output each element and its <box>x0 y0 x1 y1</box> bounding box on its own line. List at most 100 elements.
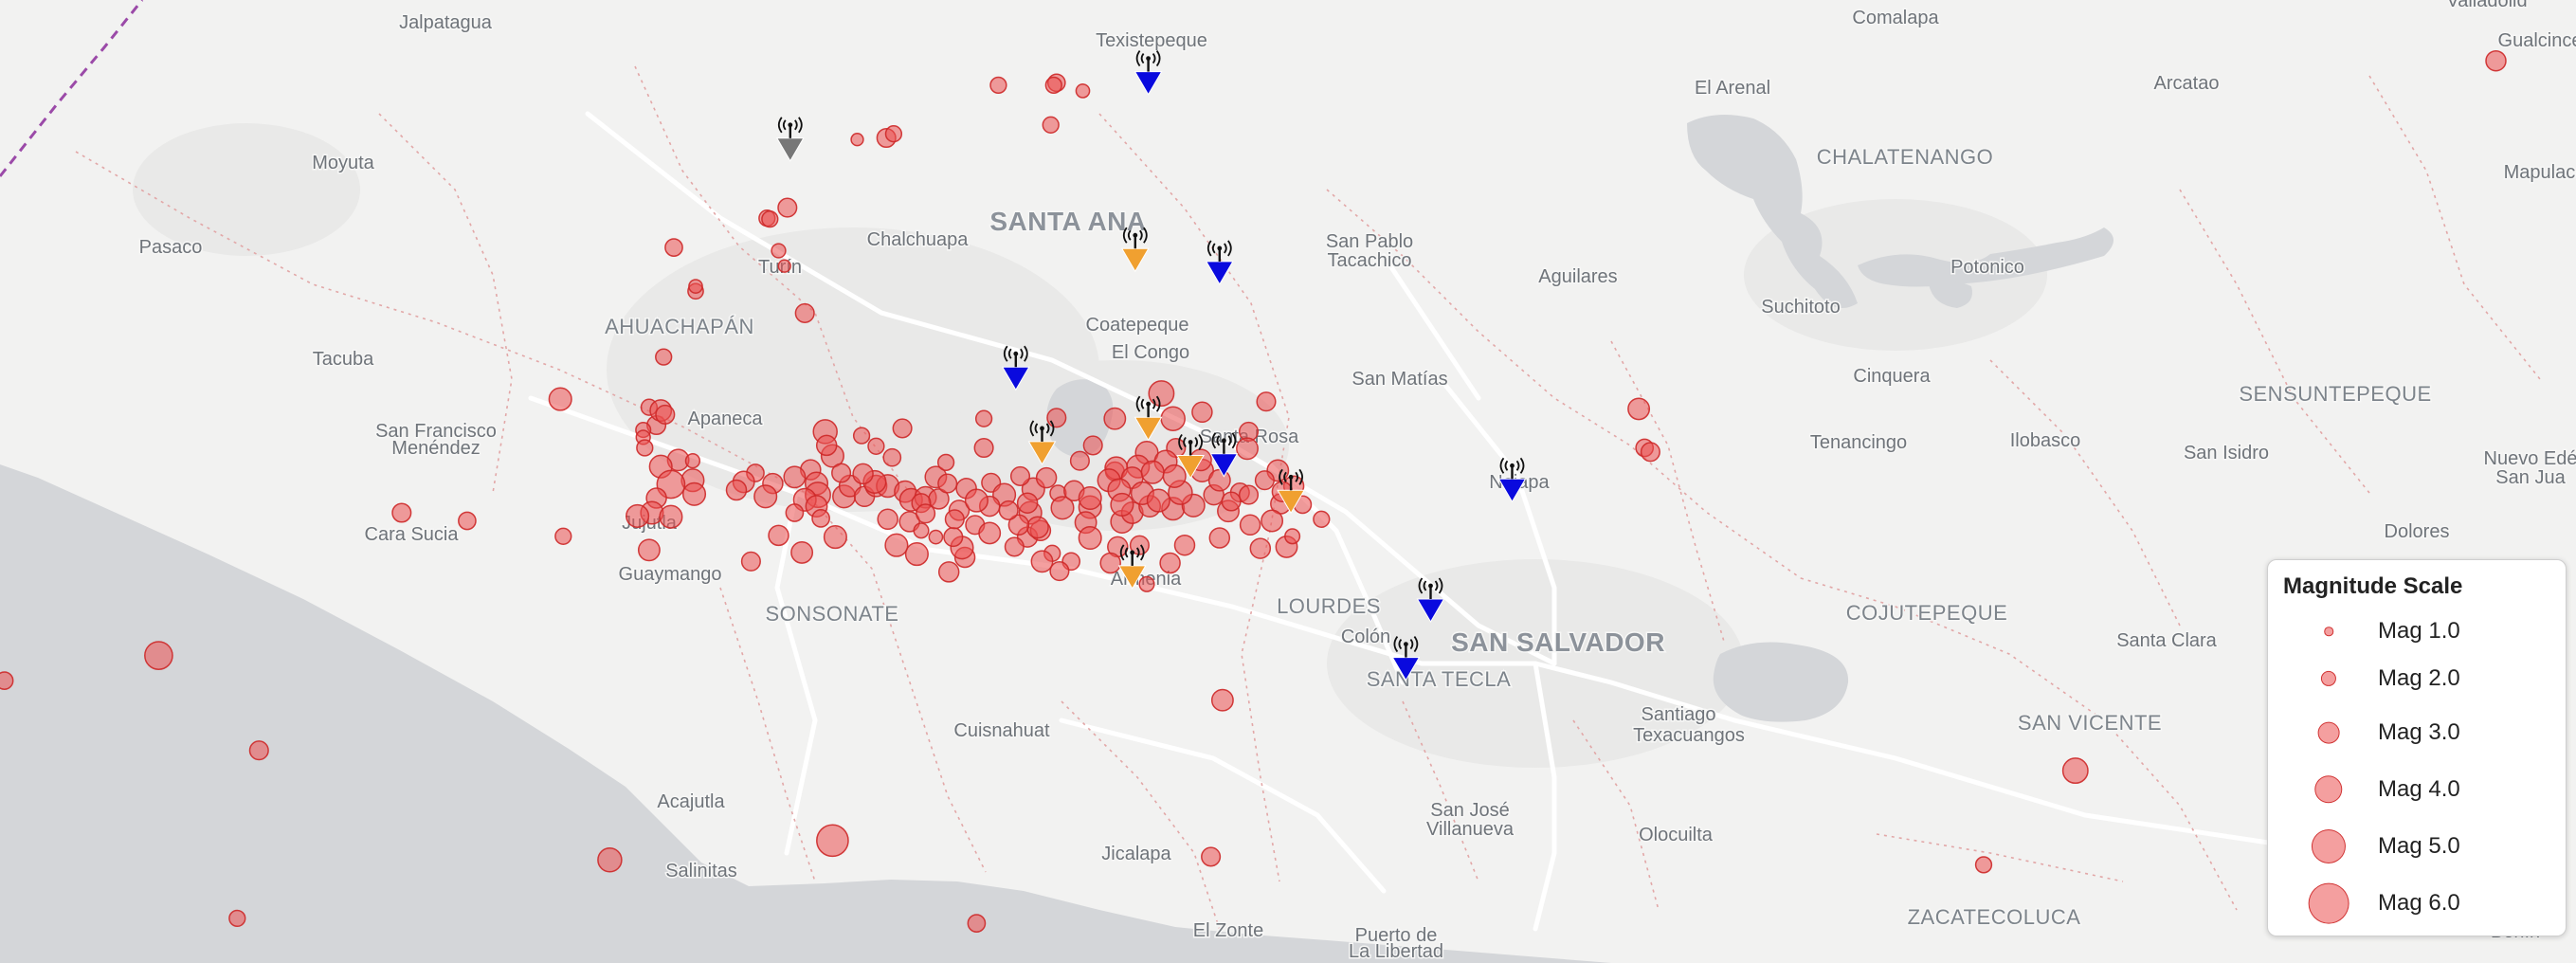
earthquake-marker[interactable] <box>928 529 944 545</box>
earthquake-marker[interactable] <box>659 504 683 529</box>
earthquake-marker[interactable] <box>655 348 673 366</box>
earthquake-marker[interactable] <box>248 740 269 761</box>
earthquake-marker[interactable] <box>1210 688 1234 712</box>
earthquake-marker[interactable] <box>944 509 965 530</box>
earthquake-marker[interactable] <box>681 482 707 506</box>
earthquake-marker[interactable] <box>964 488 989 513</box>
earthquake-marker[interactable] <box>1069 450 1090 471</box>
earthquake-marker[interactable] <box>655 404 676 425</box>
earthquake-marker[interactable] <box>458 511 477 531</box>
earthquake-marker[interactable] <box>943 527 964 548</box>
earthquake-marker[interactable] <box>904 542 929 567</box>
earthquake-marker[interactable] <box>1162 463 1187 488</box>
earthquake-marker[interactable] <box>974 409 993 427</box>
earthquake-marker[interactable] <box>1261 509 1284 533</box>
earthquake-marker[interactable] <box>1238 484 1260 505</box>
earthquake-marker[interactable] <box>1254 470 1275 491</box>
earthquake-marker[interactable] <box>2485 49 2507 72</box>
earthquake-marker[interactable] <box>1016 492 1039 514</box>
earthquake-marker[interactable] <box>1249 537 1272 559</box>
earthquake-marker[interactable] <box>816 824 849 858</box>
earthquake-marker[interactable] <box>877 508 898 531</box>
earthquake-marker[interactable] <box>725 479 748 501</box>
earthquake-marker[interactable] <box>811 509 830 528</box>
earthquake-marker[interactable] <box>1099 552 1121 574</box>
earthquake-marker[interactable] <box>892 418 913 439</box>
earthquake-marker[interactable] <box>852 427 871 445</box>
earthquake-marker[interactable] <box>1146 488 1170 513</box>
earthquake-marker[interactable] <box>1046 408 1067 428</box>
earthquake-marker[interactable] <box>1207 468 1231 492</box>
map-canvas[interactable]: Jalpatagua Texistepeque Comalapa Valladolid… <box>0 0 2576 963</box>
earthquake-marker[interactable] <box>1974 856 1993 874</box>
earthquake-marker[interactable] <box>967 914 987 933</box>
earthquake-marker[interactable] <box>884 125 903 143</box>
earthquake-marker[interactable] <box>1030 550 1054 573</box>
earthquake-marker[interactable] <box>1004 536 1025 557</box>
earthquake-marker[interactable] <box>1640 442 1660 463</box>
earthquake-marker[interactable] <box>884 533 909 557</box>
earthquake-marker[interactable] <box>637 538 661 562</box>
earthquake-marker[interactable] <box>1044 76 1062 95</box>
earthquake-marker[interactable] <box>978 521 1002 545</box>
earthquake-marker[interactable] <box>1191 401 1213 424</box>
earthquake-marker[interactable] <box>783 465 807 489</box>
earthquake-marker[interactable] <box>1078 525 1102 551</box>
earthquake-marker[interactable] <box>597 847 623 873</box>
earthquake-marker[interactable] <box>1049 561 1070 582</box>
earthquake-marker[interactable] <box>1208 527 1231 549</box>
earthquake-marker[interactable] <box>1284 528 1301 545</box>
earthquake-marker[interactable] <box>785 503 805 522</box>
earthquake-marker[interactable] <box>1078 485 1102 511</box>
earthquake-marker[interactable] <box>1627 397 1651 421</box>
earthquake-marker[interactable] <box>823 525 847 550</box>
earthquake-marker[interactable] <box>636 439 654 457</box>
earthquake-marker[interactable] <box>831 463 852 483</box>
earthquake-marker[interactable] <box>850 133 864 147</box>
earthquake-marker[interactable] <box>0 671 14 690</box>
earthquake-marker[interactable] <box>989 76 1007 95</box>
earthquake-marker[interactable] <box>882 447 902 467</box>
earthquake-marker[interactable] <box>1075 83 1091 99</box>
earthquake-marker[interactable] <box>761 209 779 228</box>
earthquake-marker[interactable] <box>548 387 572 411</box>
earthquake-marker[interactable] <box>1110 492 1134 517</box>
earthquake-marker[interactable] <box>815 434 838 457</box>
earthquake-marker[interactable] <box>768 524 789 547</box>
earthquake-marker[interactable] <box>794 302 815 323</box>
earthquake-marker[interactable] <box>2061 757 2089 785</box>
earthquake-marker[interactable] <box>790 540 814 564</box>
earthquake-marker[interactable] <box>1221 491 1242 512</box>
earthquake-marker[interactable] <box>626 503 650 528</box>
earthquake-marker[interactable] <box>391 502 412 523</box>
earthquake-marker[interactable] <box>1201 846 1222 867</box>
earthquake-marker[interactable] <box>684 453 701 469</box>
earthquake-marker[interactable] <box>1140 460 1165 484</box>
earthquake-marker[interactable] <box>1148 380 1175 408</box>
earthquake-marker[interactable] <box>1042 116 1060 134</box>
earthquake-marker[interactable] <box>1159 552 1181 574</box>
earthquake-marker[interactable] <box>1082 435 1103 456</box>
earthquake-marker[interactable] <box>740 551 761 572</box>
earthquake-marker[interactable] <box>998 500 1019 520</box>
earthquake-marker[interactable] <box>1173 534 1196 556</box>
earthquake-marker[interactable] <box>1138 575 1155 592</box>
earthquake-marker[interactable] <box>937 561 960 583</box>
earthquake-marker[interactable] <box>1313 510 1331 528</box>
earthquake-marker[interactable] <box>753 484 778 509</box>
earthquake-marker[interactable] <box>1256 391 1277 412</box>
earthquake-marker[interactable] <box>973 437 994 459</box>
earthquake-marker[interactable] <box>1236 437 1259 461</box>
earthquake-marker[interactable] <box>777 197 798 218</box>
earthquake-marker[interactable] <box>1160 406 1186 431</box>
earthquake-marker[interactable] <box>144 641 173 670</box>
earthquake-marker[interactable] <box>1103 407 1127 430</box>
earthquake-marker[interactable] <box>852 463 874 485</box>
earthquake-marker[interactable] <box>916 503 936 524</box>
earthquake-marker[interactable] <box>228 909 246 928</box>
earthquake-marker[interactable] <box>664 238 683 257</box>
earthquake-marker[interactable] <box>913 522 930 539</box>
earthquake-marker[interactable] <box>1009 465 1031 486</box>
earthquake-marker[interactable] <box>1035 466 1058 489</box>
earthquake-marker[interactable] <box>777 259 791 273</box>
